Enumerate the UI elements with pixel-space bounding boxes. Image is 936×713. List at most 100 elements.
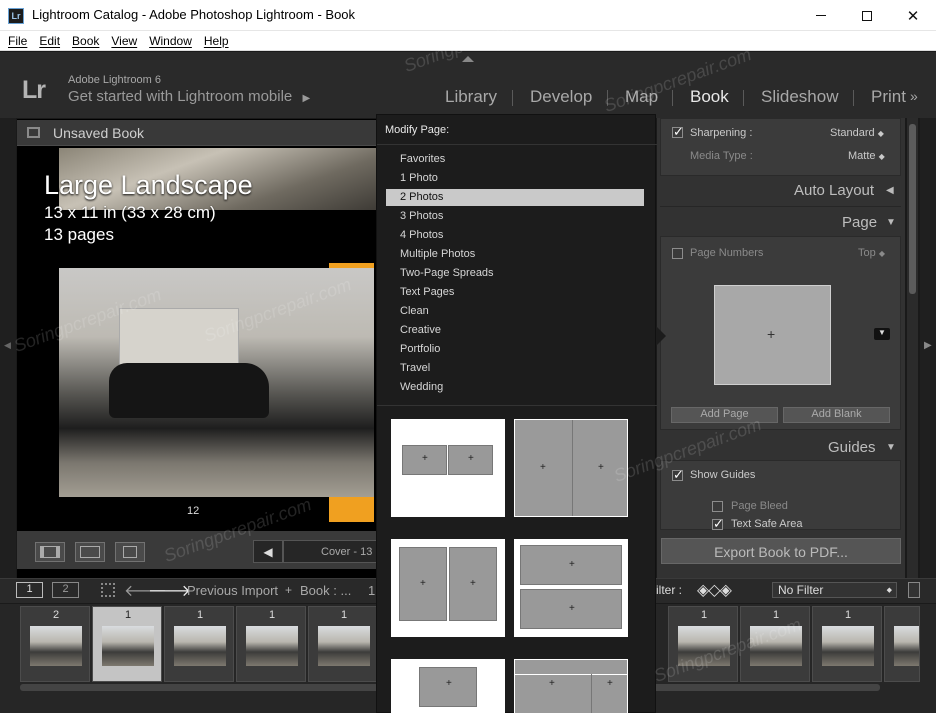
thumb-usage-count: 1 xyxy=(268,609,276,621)
filmstrip-thumb[interactable]: 1 xyxy=(308,606,378,682)
expand-down-icon[interactable]: ▼ xyxy=(886,442,896,453)
lightroom-app-icon: Lr xyxy=(8,8,24,24)
photo-cell: + xyxy=(399,547,447,621)
right-panel-toggle[interactable]: ▶ xyxy=(920,118,936,578)
module-book[interactable]: Book xyxy=(690,87,729,107)
lightroom-window: Lr Lightroom Catalog - Adobe Photoshop L… xyxy=(0,0,936,713)
page-bleed-label: Page Bleed xyxy=(731,500,788,512)
guides-section-header[interactable]: Guides xyxy=(828,439,876,456)
menu-item-2-photos[interactable]: 2 Photos xyxy=(386,189,644,206)
plus-icon: + xyxy=(422,453,428,464)
filter-select[interactable]: No Filter ◆ xyxy=(772,582,897,598)
top-panel-toggle-icon[interactable] xyxy=(462,56,474,62)
menu-item-3-photos[interactable]: 3 Photos xyxy=(386,208,644,225)
media-type-select[interactable]: Matte ◆ xyxy=(848,150,885,162)
menu-book[interactable]: Book xyxy=(66,34,105,48)
auto-layout-header[interactable]: Auto Layout xyxy=(794,182,874,199)
filmstrip-thumb[interactable]: 2 xyxy=(20,606,90,682)
plus-icon: + xyxy=(569,559,575,570)
single-page-view-button[interactable] xyxy=(115,542,145,562)
text-safe-area-checkbox[interactable] xyxy=(712,516,724,532)
filmstrip-thumb[interactable]: 1 xyxy=(236,606,306,682)
add-blank-button[interactable]: Add Blank xyxy=(783,407,890,423)
photo-cell: + xyxy=(449,547,497,621)
menu-item-favorites[interactable]: Favorites xyxy=(386,151,644,168)
forward-arrow-icon[interactable]: 🡒 xyxy=(148,580,191,601)
menu-item-travel[interactable]: Travel xyxy=(386,360,644,377)
filter-lock-icon[interactable] xyxy=(908,582,920,598)
plus-icon: + xyxy=(549,678,555,689)
menu-window[interactable]: Window xyxy=(143,34,198,48)
secondary-window-tab[interactable]: 2 xyxy=(52,582,79,598)
expand-down-icon[interactable]: ▼ xyxy=(886,217,896,228)
spread-photo-right[interactable] xyxy=(329,268,374,497)
page-bleed-checkbox[interactable] xyxy=(712,501,723,512)
right-panel-scrollbar[interactable] xyxy=(907,118,918,578)
layout-template[interactable]: + xyxy=(391,659,505,713)
minimize-button[interactable] xyxy=(798,0,844,31)
filmstrip-thumb[interactable] xyxy=(884,606,920,682)
page-section-header[interactable]: Page xyxy=(842,214,877,231)
menu-view[interactable]: View xyxy=(105,34,143,48)
mobile-promo-link[interactable]: Get started with Lightroom mobile ▶ xyxy=(68,88,310,105)
sharpening-select[interactable]: Standard ◆ xyxy=(830,127,884,139)
page-numbers-label: Page Numbers xyxy=(690,247,764,259)
layout-template[interactable]: + + xyxy=(514,659,628,713)
export-pdf-button[interactable]: Export Book to PDF... xyxy=(661,538,901,564)
module-develop[interactable]: Develop xyxy=(530,87,592,107)
layout-template[interactable]: + + xyxy=(514,539,628,637)
menu-item-two-page-spreads[interactable]: Two-Page Spreads xyxy=(386,265,644,282)
menu-item-wedding[interactable]: Wedding xyxy=(386,379,644,396)
layout-template[interactable]: + + xyxy=(391,419,505,517)
menu-item-1-photo[interactable]: 1 Photo xyxy=(386,170,644,187)
thumb-image xyxy=(30,626,82,666)
book-size: 13 x 11 in (33 x 28 cm) xyxy=(44,203,216,222)
menu-item-4-photos[interactable]: 4 Photos xyxy=(386,227,644,244)
filmstrip-thumb[interactable]: 1 xyxy=(812,606,882,682)
spread-view-button[interactable] xyxy=(75,542,105,562)
menu-help[interactable]: Help xyxy=(198,34,235,48)
page-numbers-checkbox[interactable] xyxy=(672,248,683,259)
show-guides-checkbox[interactable] xyxy=(672,467,684,483)
filmstrip-thumb[interactable]: 1 xyxy=(164,606,234,682)
thumb-usage-count: 1 xyxy=(196,609,204,621)
filter-label: ilter : xyxy=(656,583,683,597)
maximize-button[interactable] xyxy=(844,0,890,31)
source-label[interactable]: Previous Import xyxy=(187,583,278,598)
collapse-left-icon[interactable]: ◀ xyxy=(886,185,894,196)
menu-item-clean[interactable]: Clean xyxy=(386,303,644,320)
module-print[interactable]: Print xyxy=(871,87,906,107)
filmstrip-thumb-selected[interactable]: 1 xyxy=(92,606,162,682)
page-template-preview[interactable]: + xyxy=(714,285,831,385)
menu-item-portfolio[interactable]: Portfolio xyxy=(386,341,644,358)
grid-view-icon[interactable] xyxy=(101,583,115,597)
layout-template[interactable]: + + xyxy=(391,539,505,637)
add-page-button[interactable]: Add Page xyxy=(671,407,778,423)
menu-edit[interactable]: Edit xyxy=(33,34,66,48)
sharpening-checkbox[interactable] xyxy=(672,124,684,140)
menu-item-creative[interactable]: Creative xyxy=(386,322,644,339)
module-library[interactable]: Library xyxy=(445,87,497,107)
page-numbers-position[interactable]: Top ◆ xyxy=(858,247,885,259)
main-window-tab[interactable]: 1 xyxy=(16,582,43,598)
multi-page-view-button[interactable] xyxy=(35,542,65,562)
unsaved-book-title: Unsaved Book xyxy=(53,125,145,141)
more-modules-icon[interactable]: » xyxy=(910,88,918,104)
photo-cell: + xyxy=(419,667,477,707)
text-safe-area-label: Text Safe Area xyxy=(731,518,803,530)
left-arrow-icon: ◀ xyxy=(4,340,11,350)
scrollbar-thumb[interactable] xyxy=(909,124,916,294)
template-dropdown-button[interactable]: ▼ xyxy=(874,328,890,340)
book-page-count: 13 pages xyxy=(44,225,114,244)
left-panel-toggle[interactable]: ◀ xyxy=(0,118,16,578)
module-slideshow[interactable]: Slideshow xyxy=(761,87,839,107)
menu-file[interactable]: File xyxy=(2,34,33,48)
page-navigation-label: Cover - 13 xyxy=(283,540,377,563)
flag-filter-icons[interactable]: ◈◇◈ xyxy=(697,580,732,600)
menu-item-text-pages[interactable]: Text Pages xyxy=(386,284,644,301)
previous-page-button[interactable]: ◀ xyxy=(253,540,283,563)
menu-item-multiple-photos[interactable]: Multiple Photos xyxy=(386,246,644,263)
close-button[interactable]: ✕ xyxy=(890,0,936,31)
book-source-label[interactable]: Book : ... xyxy=(300,583,351,598)
template-divider xyxy=(572,420,573,516)
